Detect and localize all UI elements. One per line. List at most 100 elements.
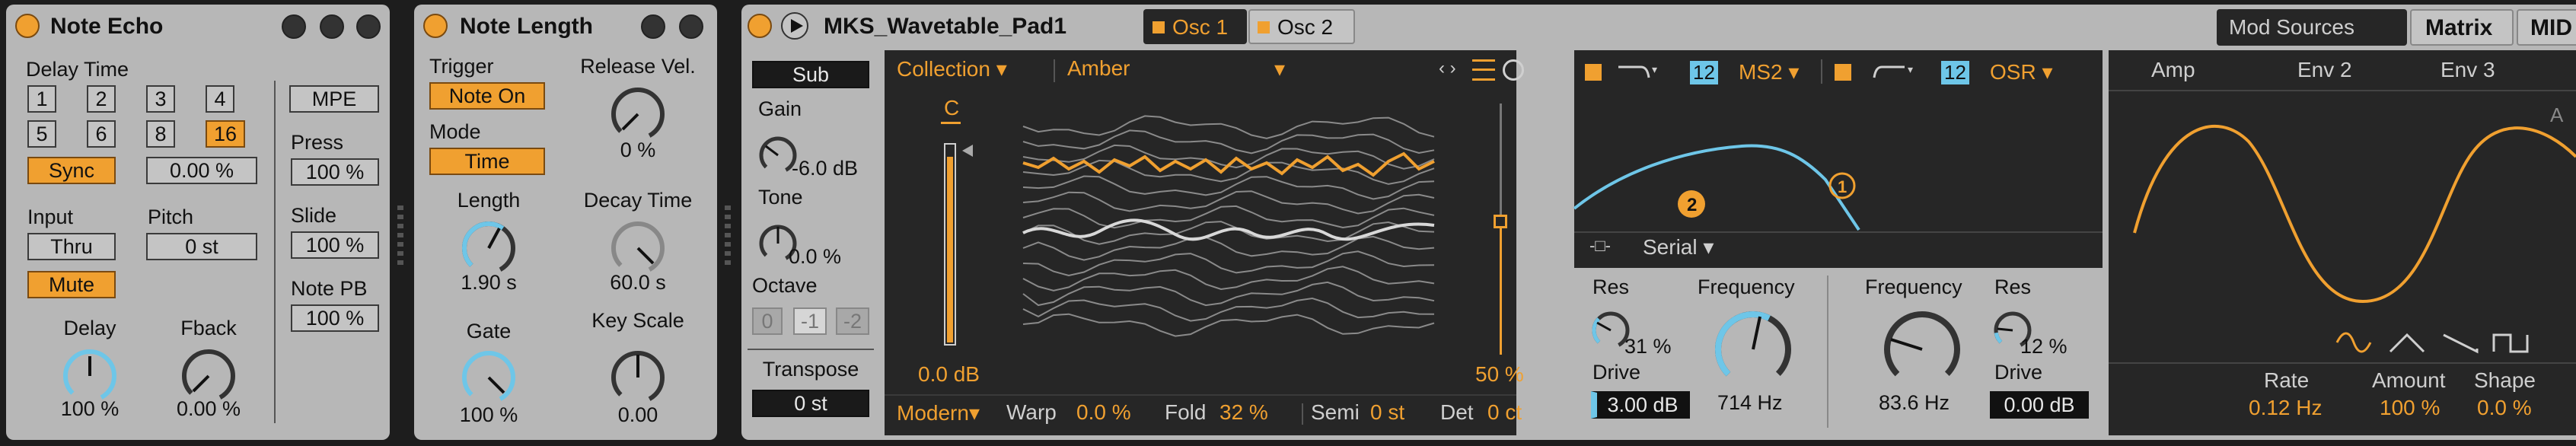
sync-button[interactable]: Sync	[27, 157, 116, 184]
f1-drive-field[interactable]: 3.00 dB	[1591, 391, 1690, 419]
decay-time-label: Decay Time	[583, 189, 693, 212]
sub-toggle[interactable]: Sub	[752, 61, 869, 88]
filter2-slope[interactable]: 12	[1941, 61, 1969, 84]
note-echo-power-button[interactable]	[15, 14, 40, 38]
lfo-sine-icon[interactable]	[2335, 332, 2372, 353]
press-field[interactable]: 100 %	[291, 158, 379, 186]
osc-gain-value: 0.0 dB	[918, 362, 980, 386]
octave-minus-2[interactable]: -2	[836, 307, 869, 335]
note-echo-save-icon[interactable]	[356, 14, 381, 39]
lfo-triangle-icon[interactable]	[2389, 332, 2425, 353]
det-value[interactable]: 0 ct	[1487, 400, 1522, 425]
filter2-shape-icon[interactable]: ▾	[1873, 62, 1915, 81]
gate-knob[interactable]	[458, 347, 519, 408]
gate-value: 100 %	[459, 403, 518, 426]
wavetable-dropdown-icon[interactable]: ▾	[1274, 56, 1285, 81]
f1-frequency-knob[interactable]	[1711, 307, 1795, 391]
list-icon[interactable]	[1472, 59, 1495, 81]
tab-env-3[interactable]: Env 3	[2441, 58, 2495, 82]
delay-button-16[interactable]: 16	[206, 120, 245, 148]
rate-value[interactable]: 0.12 Hz	[2249, 396, 2323, 420]
f1-res-value: 31 %	[1624, 335, 1672, 358]
routing-select[interactable]: Serial ▾	[1643, 234, 1714, 260]
transpose-field[interactable]: 0 st	[752, 390, 869, 417]
octave-0[interactable]: 0	[752, 307, 783, 335]
filter1-slope[interactable]: 12	[1690, 61, 1718, 84]
delay-percent-field[interactable]: 0.00 %	[146, 157, 257, 184]
tab-osc-1[interactable]: Osc 1	[1143, 9, 1247, 44]
position-handle[interactable]	[1494, 215, 1507, 228]
effect-mode-dropdown-icon: ▾	[968, 401, 980, 425]
fold-value[interactable]: 32 %	[1219, 400, 1268, 425]
release-vel-knob[interactable]	[607, 84, 668, 145]
filter1-type-select[interactable]: MS2 ▾	[1739, 59, 1799, 84]
octave-minus-1[interactable]: -1	[793, 307, 827, 335]
delay-button-4[interactable]: 4	[206, 85, 234, 113]
mod-tabs-divider	[2109, 90, 2576, 91]
wavetable-power-button[interactable]	[748, 14, 772, 38]
filter-response-curve[interactable]: 2 1	[1573, 96, 2103, 231]
wavetable-waveform[interactable]	[1022, 104, 1435, 347]
tab-amp[interactable]: Amp	[2151, 58, 2195, 82]
pitch-field[interactable]: 0 st	[146, 233, 257, 260]
filter1-toggle[interactable]	[1585, 64, 1602, 81]
input-select[interactable]: Thru	[27, 233, 116, 260]
length-label: Length	[457, 189, 521, 212]
wavetable-frame	[1022, 250, 1435, 277]
osc-gain-slider[interactable]	[944, 143, 956, 346]
mod-circle-icon[interactable]	[1503, 59, 1524, 81]
wavetable-prev-next-icon[interactable]: ‹ ›	[1439, 58, 1456, 79]
wavetable-select[interactable]: Amber	[1067, 56, 1130, 81]
osc-footer-divider	[885, 394, 1516, 396]
osc1-active-icon	[1153, 21, 1165, 33]
f2-drive-field[interactable]: 0.00 dB	[1990, 391, 2089, 419]
shape-value[interactable]: 0.0 %	[2477, 396, 2532, 420]
mpe-button[interactable]: MPE	[289, 85, 379, 113]
note-echo-refresh-icon[interactable]	[320, 14, 344, 39]
delay-button-5[interactable]: 5	[27, 120, 56, 148]
delay-button-8[interactable]: 8	[146, 120, 175, 148]
filter1-shape-icon[interactable]: ▾	[1618, 62, 1659, 81]
warp-value[interactable]: 0.0 %	[1076, 400, 1131, 425]
lfo-waveform[interactable]	[2133, 111, 2576, 317]
delay-button-3[interactable]: 3	[146, 85, 175, 113]
wavetable-play-button[interactable]	[781, 12, 808, 40]
decay-time-knob[interactable]	[607, 218, 668, 279]
f2-frequency-knob[interactable]	[1880, 307, 1964, 391]
slide-field[interactable]: 100 %	[291, 231, 379, 259]
tab-mod-sources[interactable]: Mod Sources	[2217, 9, 2407, 46]
filter2-toggle[interactable]	[1835, 64, 1851, 81]
key-scale-knob[interactable]	[607, 347, 668, 408]
semi-value[interactable]: 0 st	[1370, 400, 1404, 425]
amount-value[interactable]: 100 %	[2380, 396, 2440, 420]
length-knob[interactable]	[458, 218, 519, 279]
position-fill	[1500, 222, 1502, 355]
tab-osc-2[interactable]: Osc 2	[1248, 9, 1355, 44]
collection-select[interactable]: Collection ▾	[897, 56, 1007, 81]
mode-select[interactable]: Time	[429, 148, 545, 175]
tab-env-2[interactable]: Env 2	[2297, 58, 2352, 82]
wavetable-frame	[1022, 313, 1435, 337]
mute-button[interactable]: Mute	[27, 271, 116, 298]
effect-mode-select[interactable]: Modern▾	[897, 400, 980, 425]
delay-button-2[interactable]: 2	[87, 85, 116, 113]
osc-gain-fill	[947, 157, 953, 342]
filter2-type-select[interactable]: OSR ▾	[1990, 59, 2053, 84]
delay-button-1[interactable]: 1	[27, 85, 56, 113]
f1-drive-label: Drive	[1592, 361, 1641, 384]
trigger-select[interactable]: Note On	[429, 82, 545, 110]
tab-matrix[interactable]: Matrix	[2410, 9, 2514, 46]
note-length-power-button[interactable]	[423, 14, 448, 38]
mode-label: Mode	[429, 120, 481, 143]
gain-value: -6.0 dB	[792, 157, 859, 180]
note-echo-hotswap-icon[interactable]	[282, 14, 306, 39]
note-length-save-icon[interactable]	[679, 14, 703, 39]
tab-midi[interactable]: MID	[2517, 9, 2576, 46]
lfo-saw-icon[interactable]	[2442, 332, 2479, 354]
delay-button-6[interactable]: 6	[87, 120, 116, 148]
note-pb-field[interactable]: 100 %	[291, 304, 379, 332]
note-length-refresh-icon[interactable]	[641, 14, 665, 39]
collection-divider	[1054, 59, 1055, 82]
lfo-square-icon[interactable]	[2492, 332, 2529, 353]
delay-time-label: Delay Time	[26, 58, 129, 81]
